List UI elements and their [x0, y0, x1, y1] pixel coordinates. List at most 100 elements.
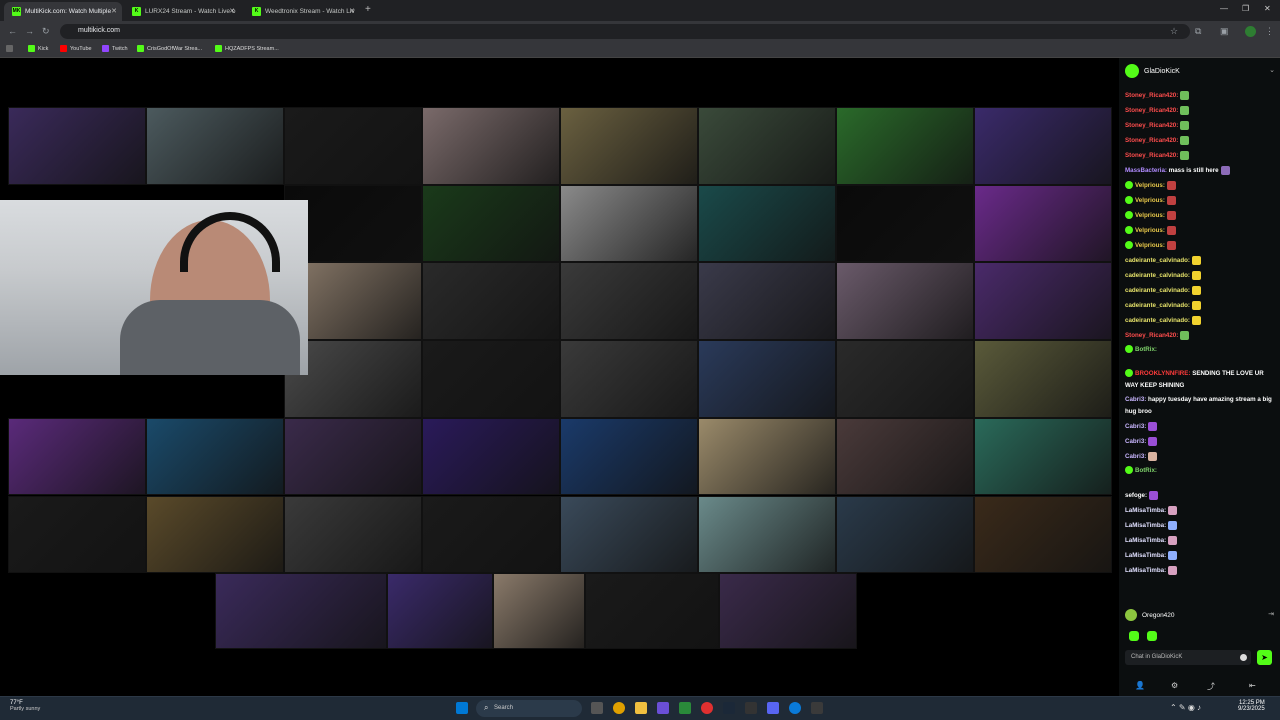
stream-tile[interactable]: [8, 495, 146, 574]
stream-tile[interactable]: [974, 262, 1112, 341]
stream-tile[interactable]: [698, 107, 836, 185]
steam-icon[interactable]: [723, 702, 735, 714]
stream-tile[interactable]: [284, 417, 422, 496]
epic-games-icon[interactable]: [745, 702, 757, 714]
stream-tile[interactable]: [8, 107, 146, 185]
collapse-icon[interactable]: ⇤: [1249, 681, 1256, 690]
stream-tile[interactable]: [146, 495, 284, 574]
chat-username[interactable]: Stoney_Rican420:: [1125, 107, 1178, 114]
stream-tile[interactable]: [284, 107, 422, 185]
chat-username[interactable]: LaMisaTimba:: [1125, 567, 1166, 574]
chat-username[interactable]: Stoney_Rican420:: [1125, 92, 1178, 99]
stream-tile[interactable]: [974, 417, 1112, 496]
stream-tile[interactable]: [146, 107, 284, 185]
tab-weedtronix[interactable]: K Weedtronix Stream - Watch Liv ✕: [244, 2, 360, 21]
bookmark-hqzadfps[interactable]: HQZADFPS Stream...: [215, 45, 279, 52]
edge-icon[interactable]: [789, 702, 801, 714]
stream-tile[interactable]: [560, 107, 698, 185]
sidepanel-icon[interactable]: ▣: [1220, 26, 1229, 37]
chat-username[interactable]: Cabri3:: [1125, 438, 1146, 445]
profile-avatar[interactable]: [1245, 26, 1256, 37]
forward-icon[interactable]: →: [25, 26, 34, 36]
stream-tile[interactable]: [493, 573, 585, 649]
chat-username[interactable]: sefoge:: [1125, 492, 1147, 499]
stream-tile[interactable]: [974, 184, 1112, 263]
tab-lurx24[interactable]: K LURX24 Stream - Watch Live o ✕: [124, 2, 240, 21]
chat-username[interactable]: cadeirante_calvinado:: [1125, 257, 1190, 264]
stream-tile[interactable]: [974, 107, 1112, 185]
windows-start-icon[interactable]: [456, 702, 468, 714]
bookmark-star-icon[interactable]: ☆: [1170, 26, 1178, 37]
maximize-icon[interactable]: ❐: [1242, 4, 1249, 13]
stream-tile[interactable]: [422, 107, 560, 185]
menu-icon[interactable]: ⋮: [1265, 26, 1274, 37]
stream-tile[interactable]: [836, 184, 974, 263]
taskbar-clock[interactable]: 12:25 PM 9/23/2025: [1238, 700, 1265, 712]
tray-icons[interactable]: ⌃ ✎ ◉ ♪: [1170, 703, 1201, 712]
emoji-icon[interactable]: [1240, 654, 1247, 661]
chat-username[interactable]: cadeirante_calvinado:: [1125, 317, 1190, 324]
chat-username[interactable]: MassBacteria:: [1125, 167, 1167, 174]
chat-username[interactable]: Velprious:: [1135, 242, 1165, 249]
tab-multikick[interactable]: MK MultiKick.com: Watch Multiple ✕: [4, 2, 122, 21]
stream-tile[interactable]: [8, 417, 146, 496]
chat-username[interactable]: Stoney_Rican420:: [1125, 332, 1178, 339]
chat-username[interactable]: cadeirante_calvinado:: [1125, 272, 1190, 279]
stream-tile[interactable]: [836, 495, 974, 574]
chat-username[interactable]: Cabri3:: [1125, 423, 1146, 430]
stream-tile[interactable]: [719, 573, 857, 649]
extensions-icon[interactable]: ⧉: [1195, 26, 1201, 37]
chat-username[interactable]: Stoney_Rican420:: [1125, 152, 1178, 159]
chrome-icon[interactable]: [613, 702, 625, 714]
close-tab-icon[interactable]: ✕: [349, 7, 355, 15]
chat-username[interactable]: Velprious:: [1135, 227, 1165, 234]
stream-tile[interactable]: [284, 495, 422, 574]
bookmark-twitch[interactable]: Twitch: [102, 45, 128, 52]
stream-tile[interactable]: [585, 573, 719, 649]
send-button[interactable]: ➤: [1257, 650, 1272, 665]
stream-tile[interactable]: [215, 573, 387, 649]
chat-username[interactable]: LaMisaTimba:: [1125, 507, 1166, 514]
stream-tile[interactable]: [560, 340, 698, 418]
stream-tile[interactable]: [422, 262, 560, 341]
file-explorer-icon[interactable]: [635, 702, 647, 714]
stream-tile[interactable]: [698, 340, 836, 418]
bookmark-kick[interactable]: Kick: [28, 45, 48, 52]
apps-icon[interactable]: [6, 45, 16, 52]
stream-tile[interactable]: [422, 184, 560, 263]
stream-tile[interactable]: [974, 340, 1112, 418]
stream-tile[interactable]: [698, 184, 836, 263]
stream-tile[interactable]: [560, 495, 698, 574]
close-tab-icon[interactable]: ✕: [111, 7, 117, 15]
app-icon[interactable]: [657, 702, 669, 714]
stream-tile[interactable]: [836, 417, 974, 496]
gear-icon[interactable]: ⚙: [1171, 681, 1178, 690]
bookmark-crisgodofwar[interactable]: CrisGodOfWar Strea...: [137, 45, 202, 52]
chat-username[interactable]: LaMisaTimba:: [1125, 537, 1166, 544]
minimize-icon[interactable]: —: [1220, 4, 1228, 13]
chat-username[interactable]: BotRix:: [1135, 346, 1157, 353]
popout-icon[interactable]: ⇥: [1268, 610, 1274, 618]
stream-tile[interactable]: [698, 417, 836, 496]
chat-username[interactable]: BotRix:: [1135, 467, 1157, 474]
bookmark-youtube[interactable]: YouTube: [60, 45, 92, 52]
chat-input[interactable]: Chat in GlaDioKicK: [1125, 650, 1251, 665]
xbox-icon[interactable]: [679, 702, 691, 714]
stream-tile[interactable]: [422, 340, 560, 418]
stream-tile[interactable]: [560, 262, 698, 341]
emote-icon[interactable]: [1147, 631, 1157, 641]
stream-tile[interactable]: [422, 495, 560, 574]
users-icon[interactable]: 👤: [1135, 681, 1145, 690]
task-view-icon[interactable]: [591, 702, 603, 714]
stream-tile[interactable]: [698, 495, 836, 574]
chat-username[interactable]: Velprious:: [1135, 212, 1165, 219]
stream-tile[interactable]: [974, 495, 1112, 574]
chat-username[interactable]: LaMisaTimba:: [1125, 552, 1166, 559]
stream-tile[interactable]: [422, 417, 560, 496]
chevron-down-icon[interactable]: ⌄: [1269, 66, 1275, 74]
reload-icon[interactable]: ↻: [42, 26, 50, 37]
chat-username[interactable]: LaMisaTimba:: [1125, 522, 1166, 529]
chat-username[interactable]: Velprious:: [1135, 182, 1165, 189]
close-tab-icon[interactable]: ✕: [229, 7, 235, 15]
chat-username[interactable]: Cabri3:: [1125, 453, 1146, 460]
